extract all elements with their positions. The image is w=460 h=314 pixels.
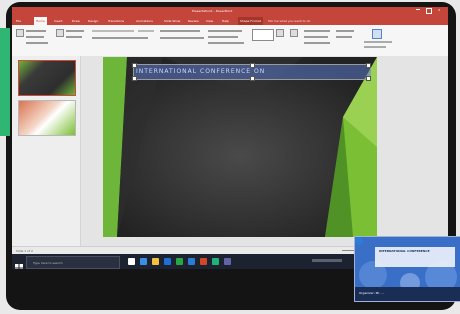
close-icon[interactable]: ✕: [438, 8, 441, 12]
side-accent-bar: [0, 28, 10, 136]
font-size-box[interactable]: [138, 30, 154, 32]
resize-handle[interactable]: [250, 76, 255, 81]
tab-shape-format[interactable]: Shape Format: [238, 17, 263, 25]
system-tray[interactable]: [312, 259, 342, 262]
tab-file[interactable]: File: [16, 17, 21, 25]
slide-count: Slide 1 of 2: [16, 249, 33, 253]
tab-home[interactable]: Home: [34, 17, 47, 25]
new-slide-icon[interactable]: [56, 29, 64, 37]
tab-insert[interactable]: Insert: [54, 17, 63, 25]
tab-transitions[interactable]: Transitions: [108, 17, 124, 25]
chrome-icon[interactable]: [176, 258, 183, 265]
designer-icon[interactable]: [372, 29, 382, 39]
slide-thumbnails-pane: [12, 56, 81, 246]
popup-footer: Organizer: Mr. ...: [355, 287, 460, 301]
popup-footer-text: Organizer: Mr. ...: [359, 291, 384, 295]
resize-handle[interactable]: [132, 63, 137, 68]
user-avatar-icon: [355, 237, 363, 245]
slide-background-art: [103, 57, 377, 237]
ribbon-tabs: File Home Insert Draw Design Transitions…: [12, 17, 448, 25]
tab-design[interactable]: Design: [88, 17, 98, 25]
shapes-gallery-icon[interactable]: [252, 29, 274, 41]
tab-help[interactable]: Help: [222, 17, 229, 25]
file-explorer-icon[interactable]: [152, 258, 159, 265]
arrange-icon[interactable]: [276, 29, 284, 37]
tab-draw[interactable]: Draw: [72, 17, 80, 25]
video-popup-card[interactable]: INTERNATIONAL CONFERENCE Organizer: Mr. …: [354, 236, 460, 302]
font-family-box[interactable]: [92, 30, 134, 32]
store-icon[interactable]: [164, 258, 171, 265]
resize-handle[interactable]: [132, 76, 137, 81]
taskbar-search-input[interactable]: Type here to search: [26, 256, 120, 269]
powerpoint-icon[interactable]: [200, 258, 207, 265]
excel-icon[interactable]: [212, 258, 219, 265]
windows-start-icon[interactable]: [15, 257, 23, 269]
slide-thumbnail-1[interactable]: [18, 60, 76, 96]
word-icon[interactable]: [188, 258, 195, 265]
resize-handle[interactable]: [366, 76, 371, 81]
popup-heading: INTERNATIONAL CONFERENCE: [379, 249, 430, 253]
tab-view[interactable]: View: [206, 17, 213, 25]
title-placeholder[interactable]: INTERNATIONAL CONFERENCE ON: [132, 63, 371, 81]
maximize-icon[interactable]: [426, 8, 432, 14]
slide-canvas[interactable]: [103, 57, 377, 237]
quick-styles-icon[interactable]: [290, 29, 298, 37]
ribbon: [12, 25, 448, 57]
title-bar: Presentation1 - PowerPoint ✕: [12, 7, 448, 17]
edge-icon[interactable]: [140, 258, 147, 265]
task-view-icon[interactable]: [128, 258, 135, 265]
teams-icon[interactable]: [224, 258, 231, 265]
resize-handle[interactable]: [250, 63, 255, 68]
tell-me-search[interactable]: Tell me what you want to do: [268, 17, 310, 25]
resize-handle[interactable]: [366, 63, 371, 68]
slide-thumbnail-2[interactable]: [18, 100, 76, 136]
tab-animations[interactable]: Animations: [136, 17, 153, 25]
minimize-icon[interactable]: [416, 9, 420, 10]
paste-icon[interactable]: [16, 29, 24, 37]
tab-slide-show[interactable]: Slide Show: [164, 17, 180, 25]
taskbar-search-placeholder: Type here to search: [33, 261, 63, 265]
tab-review[interactable]: Review: [188, 17, 199, 25]
window-title: Presentation1 - PowerPoint: [192, 9, 233, 13]
